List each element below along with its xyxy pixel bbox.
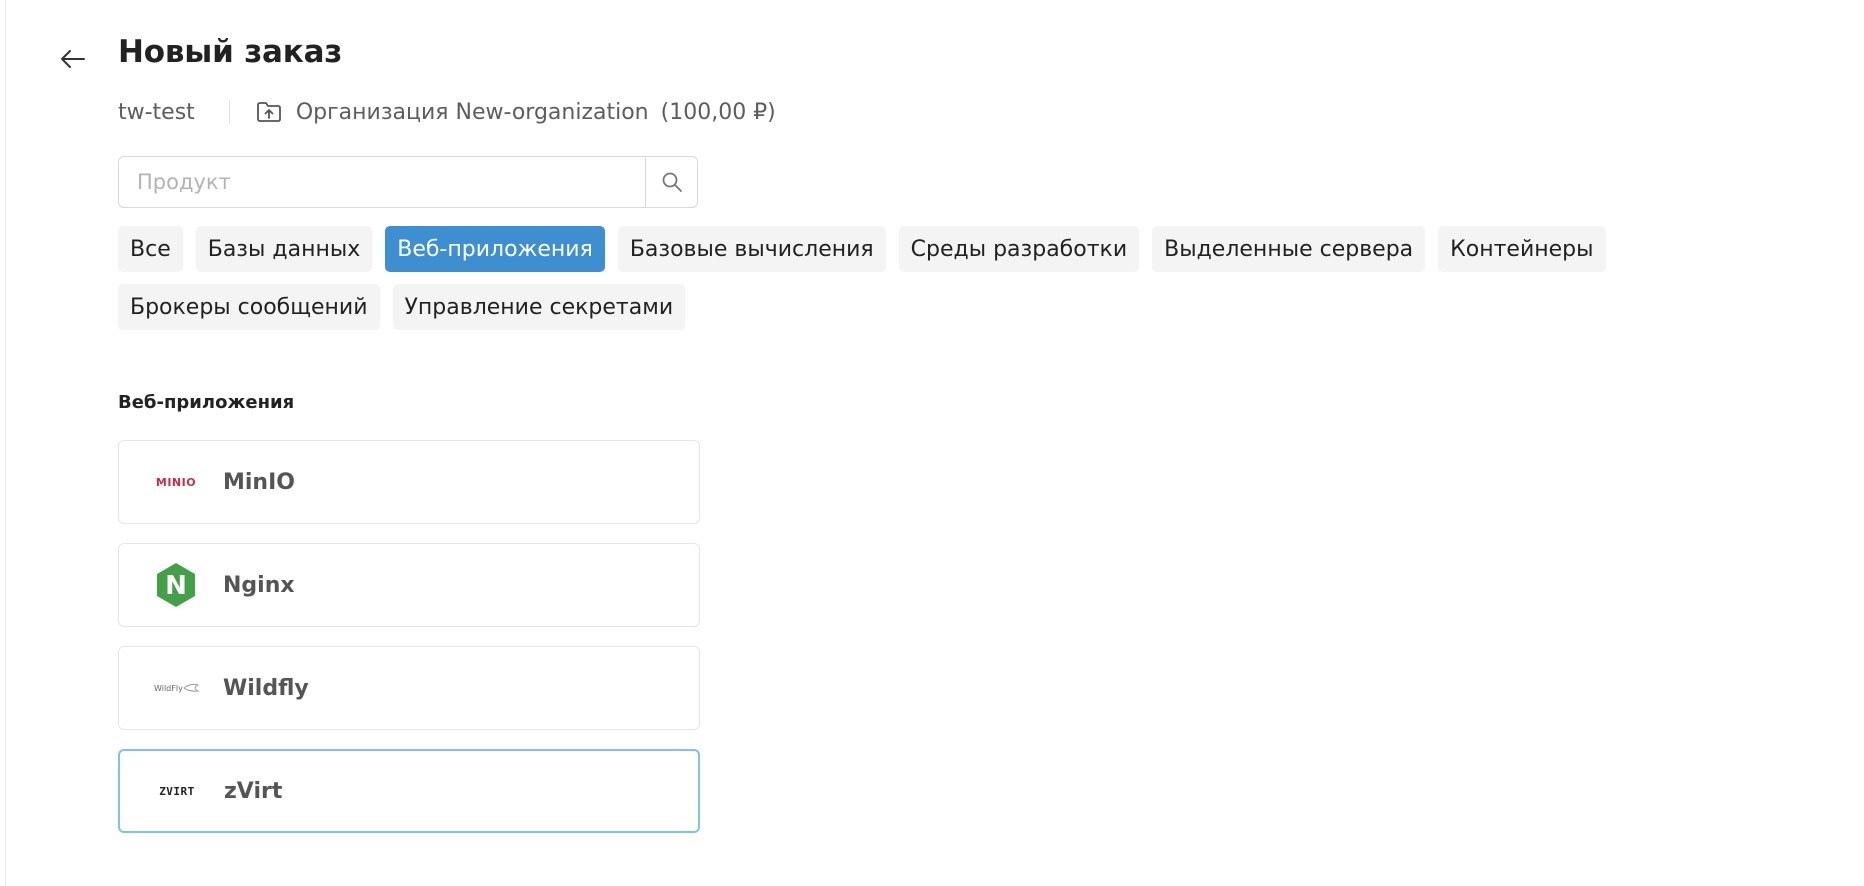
product-search: [118, 156, 698, 208]
project-name: tw-test: [118, 99, 195, 125]
category-dev-environments[interactable]: Среды разработки: [898, 226, 1140, 272]
organization-name: Организация New-organization: [295, 99, 649, 125]
category-secrets-management[interactable]: Управление секретами: [392, 284, 686, 330]
svg-text:N: N: [165, 571, 187, 601]
minio-logo: MINIO: [143, 457, 209, 507]
arrow-left-icon: [61, 50, 85, 68]
product-card-minio[interactable]: MINIO MinIO: [118, 440, 700, 524]
product-card-wildfly[interactable]: WildFly Wildfly: [118, 646, 700, 730]
product-card-zvirt[interactable]: ZVIRT zVirt: [118, 749, 700, 833]
search-icon: [662, 172, 682, 192]
search-button[interactable]: [645, 157, 697, 207]
back-button[interactable]: [58, 44, 88, 74]
category-dedicated-servers[interactable]: Выделенные сервера: [1152, 226, 1426, 272]
svg-text:WildFly: WildFly: [154, 684, 183, 693]
category-message-brokers[interactable]: Брокеры сообщений: [118, 284, 380, 330]
divider: [228, 100, 230, 124]
order-context: tw-test Организация New-organization (10…: [118, 96, 776, 128]
new-order-page: Новый заказ tw-test Организация New-orga…: [0, 0, 1864, 886]
product-list: MINIO MinIO N Nginx WildFly Wildfly ZVIR…: [118, 440, 700, 852]
page-title: Новый заказ: [118, 34, 343, 70]
category-filters: Все Базы данных Веб-приложения Базовые в…: [118, 226, 1818, 330]
product-card-nginx[interactable]: N Nginx: [118, 543, 700, 627]
category-databases[interactable]: Базы данных: [195, 226, 373, 272]
category-all[interactable]: Все: [118, 226, 183, 272]
svg-text:MINIO: MINIO: [156, 476, 196, 489]
wildfly-logo: WildFly: [143, 663, 209, 713]
section-title: Веб-приложения: [118, 392, 295, 413]
product-name: zVirt: [224, 778, 283, 804]
search-input[interactable]: [119, 157, 645, 207]
folder-upload-icon: [256, 99, 282, 125]
svg-text:ZVIRT: ZVIRT: [159, 785, 195, 798]
category-containers[interactable]: Контейнеры: [1438, 226, 1606, 272]
product-name: Wildfly: [223, 675, 309, 701]
organization-balance: (100,00 ₽): [660, 99, 776, 125]
product-name: Nginx: [223, 572, 295, 598]
product-name: MinIO: [223, 469, 295, 495]
category-web-apps[interactable]: Веб-приложения: [385, 226, 605, 272]
zvirt-logo: ZVIRT: [144, 766, 210, 816]
category-basic-compute[interactable]: Базовые вычисления: [617, 226, 886, 272]
nginx-logo: N: [143, 560, 209, 610]
